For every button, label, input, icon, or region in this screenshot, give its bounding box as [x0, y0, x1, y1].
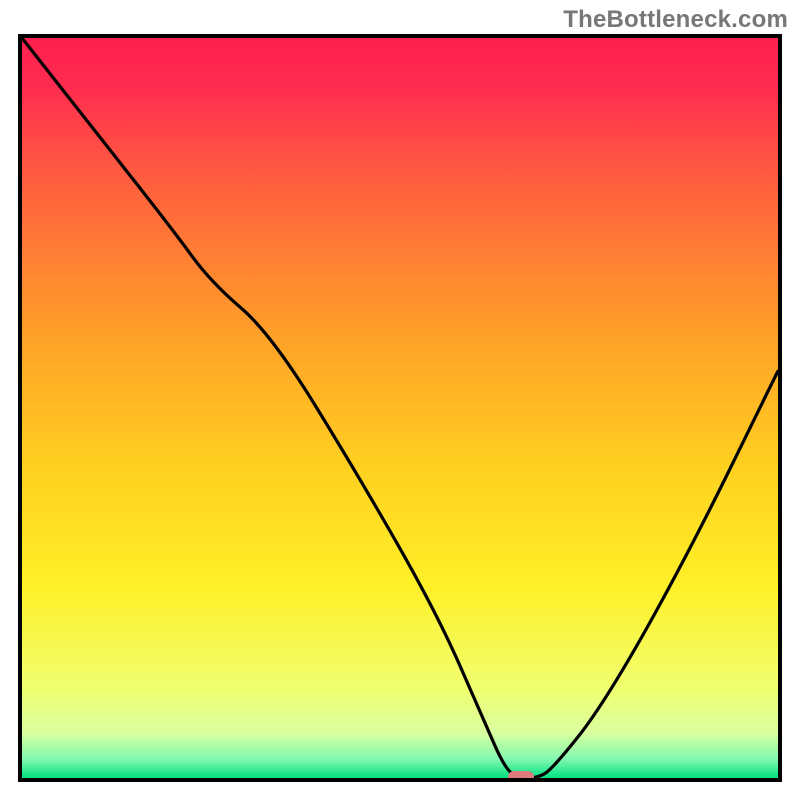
watermark-label: TheBottleneck.com: [563, 6, 788, 34]
optimal-point-marker: [508, 771, 534, 782]
bottleneck-curve: [22, 38, 778, 778]
plot-area: [18, 34, 782, 782]
bottleneck-chart: TheBottleneck.com: [0, 0, 800, 800]
